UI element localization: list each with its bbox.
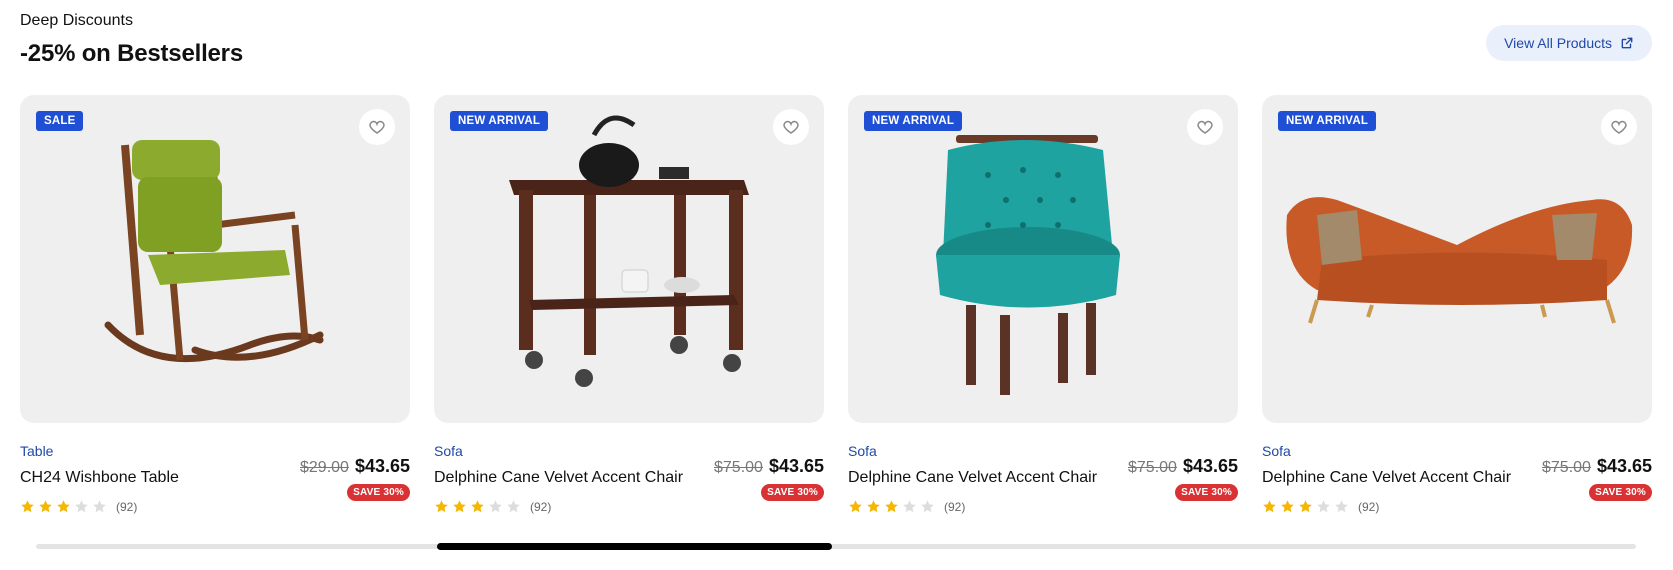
star-icon	[21, 500, 34, 513]
tea-cart-image	[509, 115, 749, 387]
view-all-products-button[interactable]: View All Products	[1486, 25, 1652, 61]
product-badge: NEW ARRIVAL	[450, 111, 549, 131]
product-badge: NEW ARRIVAL	[1278, 111, 1377, 131]
star-icon	[867, 500, 880, 513]
star-icon	[921, 500, 934, 513]
product-name[interactable]: Delphine Cane Velvet Accent Chair	[434, 469, 683, 487]
product-badge: SALE	[36, 111, 84, 131]
product-prices: $75.00 $43.65	[1128, 456, 1238, 477]
review-count: (92)	[944, 499, 966, 514]
star-icon	[1263, 500, 1276, 513]
star-icon	[57, 500, 70, 513]
star-icon	[453, 500, 466, 513]
review-count: (92)	[116, 499, 138, 514]
view-all-label: View All Products	[1504, 35, 1612, 51]
current-price: $43.65	[1596, 456, 1652, 476]
current-price: $43.65	[1182, 456, 1238, 476]
carousel-scroll-track[interactable]	[36, 544, 1636, 549]
product-card[interactable]: NEW ARRIVAL Sofa Delphine Cane Velvet Ac…	[1262, 95, 1652, 533]
star-icon	[903, 500, 916, 513]
save-badge: SAVE 30%	[761, 484, 824, 501]
section-header: Deep Discounts -25% on Bestsellers	[20, 12, 243, 68]
current-price: $43.65	[354, 456, 410, 476]
product-category[interactable]: Sofa	[848, 443, 877, 459]
product-meta: Sofa Delphine Cane Velvet Accent Chair (…	[848, 423, 1238, 533]
wishlist-button[interactable]	[1601, 109, 1637, 145]
orange-sofa-image	[1286, 197, 1633, 324]
product-image[interactable]: NEW ARRIVAL	[1262, 95, 1652, 423]
star-icon	[39, 500, 52, 513]
product-card[interactable]: NEW ARRIVAL Sofa Delphine Cane Velvet Ac…	[848, 95, 1238, 533]
review-count: (92)	[1358, 499, 1380, 514]
product-carousel: SALE Table CH24 Wishbone Table (92) $29.…	[20, 95, 1652, 533]
save-badge: SAVE 30%	[1175, 484, 1238, 501]
star-icon	[93, 500, 106, 513]
star-icon	[75, 500, 88, 513]
save-badge: SAVE 30%	[347, 484, 410, 501]
star-icon	[489, 500, 502, 513]
product-name[interactable]: Delphine Cane Velvet Accent Chair	[1262, 469, 1511, 487]
old-price: $75.00	[714, 459, 763, 476]
external-link-icon	[1621, 37, 1633, 49]
star-icon	[849, 500, 862, 513]
teal-accent-chair-image	[936, 135, 1120, 395]
product-name[interactable]: CH24 Wishbone Table	[20, 469, 179, 487]
save-badge: SAVE 30%	[1589, 484, 1652, 501]
review-count: (92)	[530, 499, 552, 514]
star-icon	[507, 500, 520, 513]
wishlist-button[interactable]	[359, 109, 395, 145]
star-icon	[1335, 500, 1348, 513]
section-eyebrow: Deep Discounts	[20, 12, 133, 29]
product-meta: Table CH24 Wishbone Table (92) $29.00 $4…	[20, 423, 410, 533]
product-category[interactable]: Sofa	[434, 443, 463, 459]
rocking-chair-image	[104, 140, 324, 363]
star-icon	[435, 500, 448, 513]
product-prices: $29.00 $43.65	[300, 456, 410, 477]
wishlist-button[interactable]	[1187, 109, 1223, 145]
star-icon	[1317, 500, 1330, 513]
wishlist-button[interactable]	[773, 109, 809, 145]
product-rating: (92)	[434, 499, 551, 514]
product-prices: $75.00 $43.65	[1542, 456, 1652, 477]
star-icon	[471, 500, 484, 513]
product-category[interactable]: Sofa	[1262, 443, 1291, 459]
star-icon	[1299, 500, 1312, 513]
product-rating: (92)	[848, 499, 965, 514]
old-price: $29.00	[300, 459, 349, 476]
star-icon	[1281, 500, 1294, 513]
product-image[interactable]: NEW ARRIVAL	[434, 95, 824, 423]
carousel-scroll-thumb[interactable]	[437, 543, 832, 550]
heart-icon	[1611, 120, 1627, 134]
old-price: $75.00	[1128, 459, 1177, 476]
product-image[interactable]: SALE	[20, 95, 410, 423]
product-name[interactable]: Delphine Cane Velvet Accent Chair	[848, 469, 1097, 487]
section-title: -25% on Bestsellers	[20, 40, 243, 67]
current-price: $43.65	[768, 456, 824, 476]
product-image[interactable]: NEW ARRIVAL	[848, 95, 1238, 423]
heart-icon	[369, 120, 385, 134]
product-card[interactable]: NEW ARRIVAL Sofa Delphine Cane Velvet Ac…	[434, 95, 824, 533]
product-meta: Sofa Delphine Cane Velvet Accent Chair (…	[1262, 423, 1652, 533]
product-prices: $75.00 $43.65	[714, 456, 824, 477]
heart-icon	[1197, 120, 1213, 134]
product-meta: Sofa Delphine Cane Velvet Accent Chair (…	[434, 423, 824, 533]
star-icon	[885, 500, 898, 513]
product-rating: (92)	[20, 499, 137, 514]
product-category[interactable]: Table	[20, 443, 53, 459]
heart-icon	[783, 120, 799, 134]
old-price: $75.00	[1542, 459, 1591, 476]
product-badge: NEW ARRIVAL	[864, 111, 963, 131]
product-card[interactable]: SALE Table CH24 Wishbone Table (92) $29.…	[20, 95, 410, 533]
product-rating: (92)	[1262, 499, 1379, 514]
